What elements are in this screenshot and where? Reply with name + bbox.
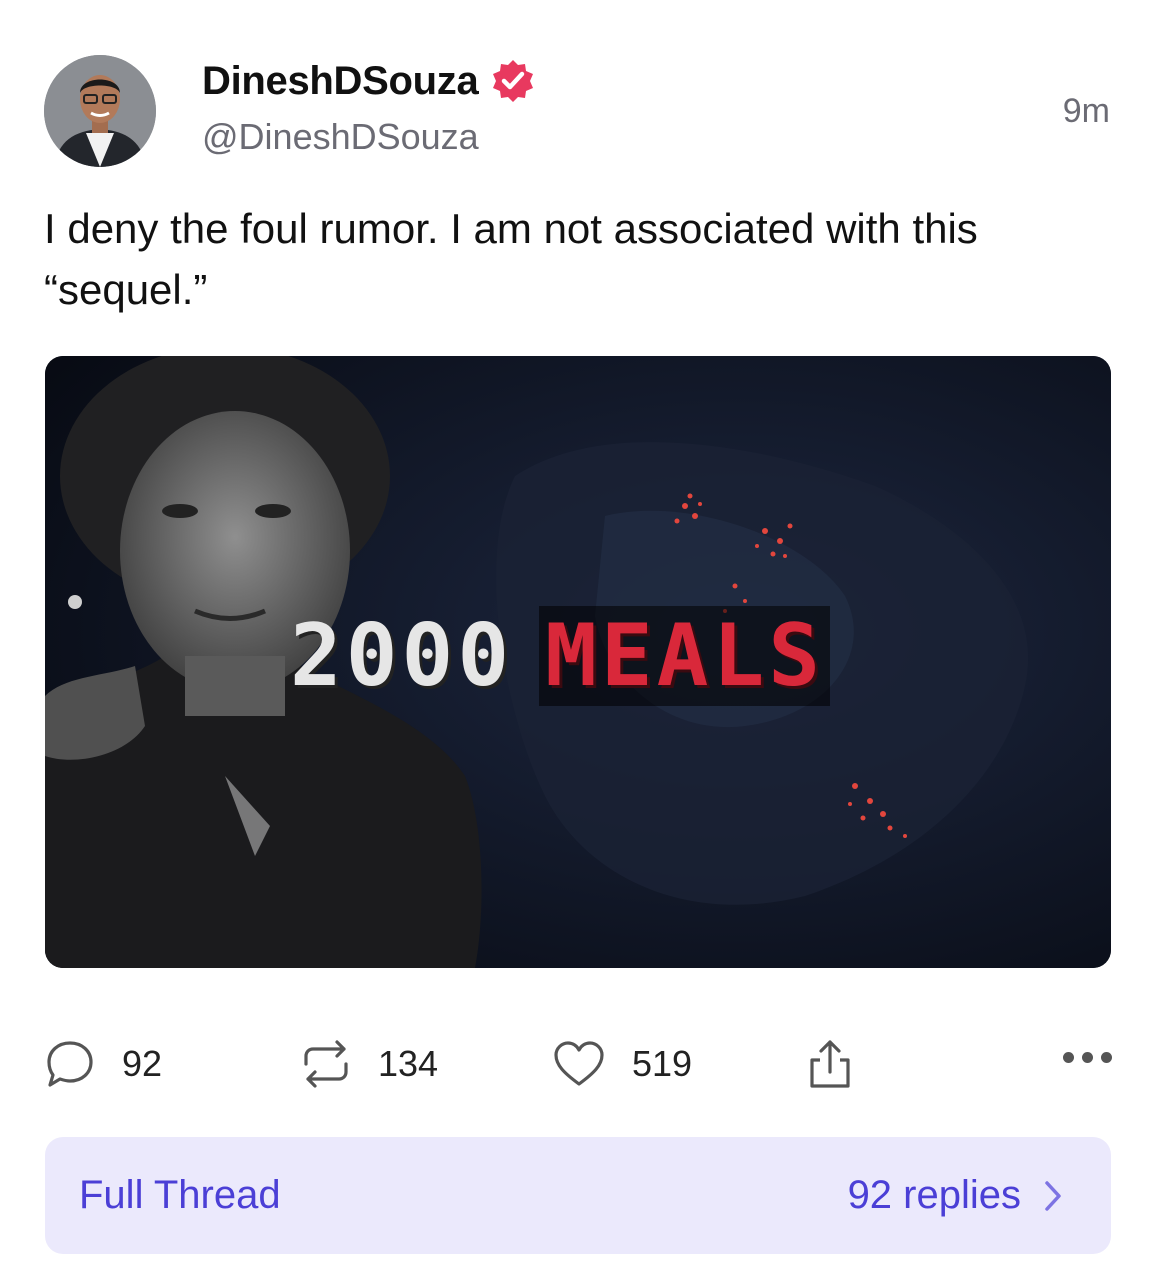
like-count: 519 [632, 1043, 693, 1084]
author-handle[interactable]: @DineshDSouza [202, 116, 479, 158]
author-row: DineshDSouza [202, 58, 536, 104]
image-caption-word: MEALS [539, 606, 830, 706]
repost-button[interactable]: 134 [300, 1034, 438, 1094]
more-dot [1082, 1052, 1093, 1063]
chevron-right-icon [1045, 1180, 1061, 1211]
avatar[interactable] [44, 55, 156, 167]
share-icon [810, 1040, 850, 1088]
post-timestamp: 9m [1062, 92, 1110, 130]
verified-badge-icon [493, 60, 534, 102]
thread-replies: 92 replies [848, 1173, 1063, 1218]
more-dot [1063, 1052, 1074, 1063]
thread-replies-count: 92 replies [847, 1173, 1021, 1217]
more-options-icon[interactable] [1063, 1052, 1112, 1063]
like-button[interactable]: 519 [552, 1034, 692, 1094]
reply-button[interactable]: 92 [44, 1034, 162, 1094]
post-image[interactable]: 2000 MEALS [45, 356, 1111, 968]
share-button[interactable] [804, 1034, 856, 1094]
reply-icon [47, 1041, 93, 1087]
heart-icon [554, 1041, 604, 1086]
full-thread-label: Full Thread [79, 1173, 281, 1217]
image-caption: 2000 MEALS [290, 606, 830, 706]
repost-icon [304, 1040, 348, 1088]
repost-count: 134 [378, 1043, 439, 1084]
post-text: I deny the foul rumor. I am not associat… [44, 205, 978, 313]
author-name[interactable]: DineshDSouza [202, 59, 479, 104]
more-dot [1101, 1052, 1112, 1063]
action-bar: 92 134 519 [44, 1034, 1112, 1094]
image-caption-number: 2000 [290, 606, 514, 706]
reply-count: 92 [122, 1043, 163, 1084]
avatar-portrait [44, 55, 156, 167]
full-thread-button[interactable]: Full Thread 92 replies [45, 1137, 1111, 1254]
